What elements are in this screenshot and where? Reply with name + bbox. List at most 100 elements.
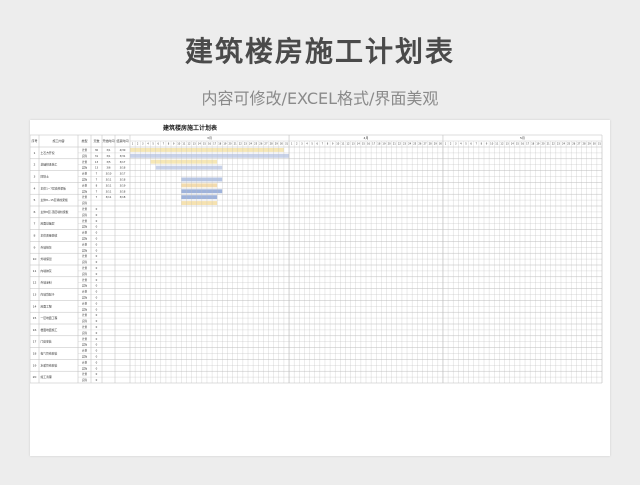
gantt-bar [181, 195, 218, 200]
task-name: 内墙抹灰 [41, 269, 52, 273]
task-type: 实际 [82, 295, 88, 299]
task-days: 0 [96, 331, 98, 335]
day-number: 19 [223, 143, 227, 146]
day-number: 14 [198, 143, 202, 146]
task-name: 回填土 [41, 175, 50, 179]
day-number: 15 [203, 143, 207, 146]
task-type: 实际 [82, 378, 88, 382]
day-number: 23 [244, 143, 248, 146]
task-end: 3/18 [120, 189, 126, 193]
day-number: 23 [403, 143, 407, 146]
task-seq: 2 [34, 163, 36, 167]
task-seq: 1 [34, 151, 36, 155]
task-days: 0 [96, 225, 98, 229]
task-seq: 20 [33, 375, 37, 379]
day-number: 6 [470, 143, 472, 146]
task-type: 计划 [82, 195, 88, 199]
task-type: 计划 [82, 160, 88, 164]
day-number: 8 [327, 143, 329, 146]
task-type: 计划 [82, 301, 88, 305]
task-days: 0 [96, 301, 98, 305]
task-type: 计划 [82, 148, 88, 152]
task-days: 0 [96, 313, 98, 317]
task-type: 实际 [82, 189, 88, 193]
task-type: 计划 [82, 325, 88, 329]
task-start: 3/10 [106, 172, 112, 176]
task-days: 0 [96, 366, 98, 370]
gantt-bar [130, 153, 290, 158]
task-start: 3/11 [106, 189, 112, 193]
task-seq: 11 [33, 269, 37, 273]
day-number: 13 [193, 143, 197, 146]
task-type: 实际 [82, 331, 88, 335]
task-days: 0 [96, 272, 98, 276]
day-number: 30 [280, 143, 284, 146]
task-type: 计划 [82, 183, 88, 187]
task-name: 基础桩承施工 [41, 163, 58, 167]
task-type: 实际 [82, 236, 88, 240]
task-seq: 19 [33, 363, 37, 367]
day-number: 5 [152, 143, 154, 146]
task-start: 3/11 [106, 177, 112, 181]
task-type: 计划 [82, 337, 88, 341]
day-number: 4 [306, 143, 308, 146]
task-type: 计划 [82, 266, 88, 270]
day-number: 14 [357, 143, 361, 146]
day-number: 22 [552, 143, 556, 146]
task-type: 计划 [82, 360, 88, 364]
task-type: 实际 [82, 177, 88, 181]
task-days: 0 [96, 337, 98, 341]
day-number: 10 [490, 143, 494, 146]
day-number: 1 [132, 143, 134, 146]
task-end: 3/31 [120, 154, 126, 158]
day-number: 16 [521, 143, 525, 146]
task-days: 0 [96, 266, 98, 270]
day-number: 30 [593, 143, 597, 146]
task-days: 7 [96, 172, 98, 176]
task-type: 计划 [82, 290, 88, 294]
day-number: 12 [500, 143, 504, 146]
task-end: 3/17 [120, 172, 126, 176]
header-end: 结束时间 [116, 138, 128, 143]
day-number: 7 [322, 143, 324, 146]
day-number: 20 [541, 143, 545, 146]
task-seq: 7 [34, 222, 36, 226]
day-number: 4 [460, 143, 462, 146]
day-number: 13 [506, 143, 510, 146]
task-seq: 12 [33, 281, 37, 285]
day-number: 16 [208, 143, 212, 146]
day-number: 29 [275, 143, 279, 146]
header-name: 施工内容 [52, 138, 64, 143]
task-seq: 16 [33, 328, 37, 332]
day-number: 21 [393, 143, 397, 146]
day-number: 10 [177, 143, 181, 146]
day-number: 15 [516, 143, 520, 146]
day-number: 2 [450, 143, 452, 146]
gantt-bar [155, 165, 223, 170]
task-type: 实际 [82, 284, 88, 288]
task-days: 0 [96, 278, 98, 282]
day-number: 6 [316, 143, 318, 146]
task-name: 一层地面工程 [41, 316, 58, 320]
header-seq: 序号 [31, 138, 37, 143]
day-number: 3 [301, 143, 303, 146]
day-number: 30 [439, 143, 443, 146]
day-number: 23 [557, 143, 561, 146]
task-days: 0 [96, 295, 98, 299]
task-seq: 10 [33, 257, 37, 261]
task-name: 内墙刮腻子 [41, 293, 55, 297]
day-number: 8 [481, 143, 483, 146]
task-days: 0 [96, 378, 98, 382]
task-seq: 5 [34, 198, 36, 202]
task-seq: 17 [33, 340, 37, 344]
task-name: 主体8层-顶层墙柱梁板 [41, 210, 69, 214]
task-days: 8 [96, 183, 98, 187]
day-number: 8 [168, 143, 170, 146]
task-seq: 3 [34, 175, 36, 179]
task-days: 0 [96, 360, 98, 364]
task-name: 外墙抹灰 [41, 245, 52, 249]
day-number: 24 [249, 143, 253, 146]
task-days: 31 [95, 154, 99, 158]
task-name: 外墙涂料 [41, 281, 52, 285]
task-seq: 14 [33, 304, 37, 308]
